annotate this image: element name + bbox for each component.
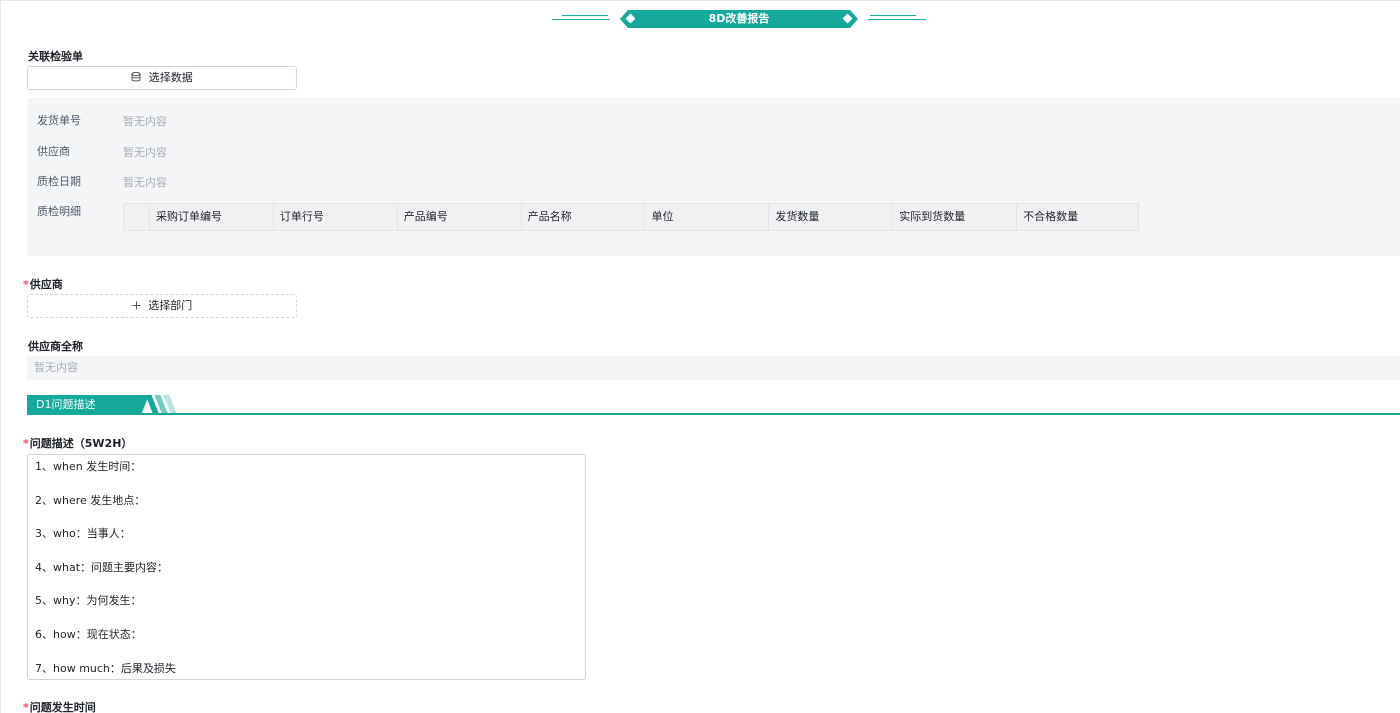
- table-column-header: 发货数量: [769, 204, 894, 230]
- problem-time-label-text: 问题发生时间: [29, 701, 96, 713]
- problem-desc-label-text: 问题描述（5W2H）: [29, 437, 133, 450]
- textarea-line: 1、when 发生时间：: [35, 460, 142, 473]
- plus-icon: [132, 299, 145, 312]
- table-column-header: 产品名称: [522, 204, 646, 230]
- inspection-info-panel: 发货单号 暂无内容 供应商 暂无内容 质检日期 暂无内容 质检明细 采购订单编号…: [27, 98, 1400, 256]
- related-inspection-label: 关联检验单: [28, 50, 83, 63]
- info-key: 发货单号: [37, 114, 81, 127]
- info-value: 暂无内容: [123, 115, 167, 128]
- textarea-line: 7、how much：后果及损失: [35, 661, 176, 675]
- textarea-line: 6、how：现在状态：: [35, 627, 142, 641]
- table-column-header: 单位: [645, 204, 770, 230]
- supplier-fullname-value: 暂无内容: [27, 356, 1400, 380]
- select-department-button[interactable]: 选择部门: [27, 294, 297, 318]
- select-data-label: 选择数据: [148, 71, 193, 84]
- table-column-header: 采购订单编号: [150, 204, 274, 230]
- section-divider: [27, 413, 1400, 415]
- select-department-label: 选择部门: [148, 299, 193, 312]
- d1-section-header: D1问题描述: [27, 395, 1400, 415]
- supplier-fullname-label: 供应商全称: [28, 340, 83, 353]
- required-mark: *: [23, 701, 29, 713]
- info-key: 供应商: [37, 145, 70, 158]
- textarea-line: 5、why：为何发生：: [35, 594, 142, 608]
- required-mark: *: [23, 278, 29, 291]
- info-key: 质检明细: [37, 205, 81, 218]
- table-checkbox-column: [124, 204, 150, 230]
- problem-desc-textarea[interactable]: 1、when 发生时间： 2、where 发生地点： 3、who：当事人： 4、…: [27, 454, 586, 680]
- select-data-button[interactable]: 选择数据: [27, 66, 297, 90]
- problem-time-label: *问题发生时间: [23, 699, 96, 713]
- supplier-label-text: 供应商: [29, 278, 63, 291]
- database-icon: [131, 71, 145, 84]
- textarea-line: 3、who：当事人：: [35, 527, 131, 541]
- table-column-header: 不合格数量: [1023, 210, 1079, 223]
- table-column-header: 订单行号: [274, 204, 398, 230]
- form-page: 8D改善报告 关联检验单 选择数据 发货单号 暂无内容 供应商 暂无内容 质检日…: [0, 0, 1400, 713]
- report-title-banner: 8D改善报告: [552, 10, 926, 30]
- textarea-line: 4、what：问题主要内容：: [35, 560, 169, 574]
- info-value: 暂无内容: [123, 176, 167, 189]
- inspection-detail-table-header: 采购订单编号 订单行号 产品编号 产品名称 单位 发货数量 实际到货数量 不合格…: [123, 203, 1139, 231]
- problem-desc-label: *问题描述（5W2H）: [23, 435, 132, 451]
- report-title: 8D改善报告: [620, 10, 858, 28]
- table-column-header: 产品编号: [398, 204, 522, 230]
- supplier-label: *供应商: [23, 276, 63, 292]
- table-column-header: 实际到货数量: [893, 204, 1018, 230]
- required-mark: *: [23, 437, 29, 450]
- d1-section-title: D1问题描述: [27, 395, 149, 415]
- info-value: 暂无内容: [123, 146, 167, 159]
- textarea-line: 2、where 发生地点：: [35, 493, 146, 507]
- info-key: 质检日期: [37, 175, 81, 188]
